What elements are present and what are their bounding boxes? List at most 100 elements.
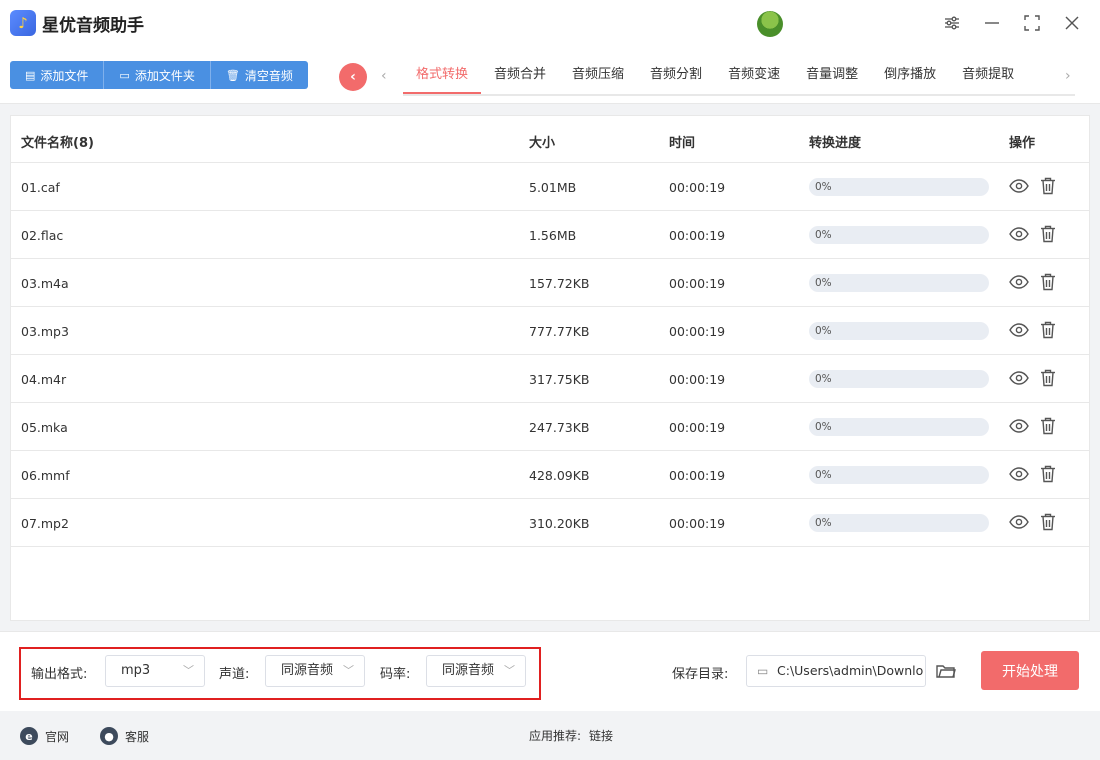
preview-eye-icon[interactable]: [1008, 225, 1030, 243]
chevron-left-icon[interactable]: ‹: [381, 68, 387, 84]
app-title: 星优音频助手: [42, 16, 144, 36]
delete-trash-icon[interactable]: [1038, 223, 1058, 245]
support-label: 客服: [125, 729, 150, 744]
preview-eye-icon[interactable]: [1008, 321, 1030, 339]
file-name: 07.mp2: [21, 516, 69, 531]
table-body: 01.caf 5.01MB 00:00:19 0% 02.flac 1.56MB 00:00…: [11, 163, 1089, 547]
preview-eye-icon[interactable]: [1008, 369, 1030, 387]
preview-eye-icon[interactable]: [1008, 513, 1030, 531]
table-header: 文件名称(8) 大小 时间 转换进度 操作: [11, 116, 1089, 163]
title-bar: ♪ 星优音频助手: [0, 0, 1100, 48]
close-icon[interactable]: [1061, 12, 1083, 34]
col-header-ops: 操作: [1009, 136, 1036, 151]
file-duration: 00:00:19: [669, 468, 726, 483]
chevron-down-icon: ﹀: [183, 664, 194, 677]
file-size: 310.20KB: [529, 516, 590, 531]
website-link[interactable]: e 官网: [20, 727, 69, 745]
delete-trash-icon[interactable]: [1038, 415, 1058, 437]
file-name: 01.caf: [21, 180, 60, 195]
add-folder-button[interactable]: ▭ 添加文件夹: [104, 61, 211, 89]
user-name: [790, 18, 930, 30]
progress-label: 0%: [815, 373, 832, 385]
file-duration: 00:00:19: [669, 516, 726, 531]
tab-2[interactable]: 音频压缩: [559, 56, 637, 94]
table-row: 07.mp2 310.20KB 00:00:19 0%: [11, 499, 1089, 547]
tab-0[interactable]: 格式转换: [403, 56, 482, 94]
preview-eye-icon[interactable]: [1008, 417, 1030, 435]
conversion-progress-bar: 0%: [809, 514, 989, 532]
conversion-progress-bar: 0%: [809, 322, 989, 340]
clear-audio-label: 清空音频: [244, 68, 293, 83]
tab-4[interactable]: 音频变速: [715, 56, 793, 94]
table-row: 06.mmf 428.09KB 00:00:19 0%: [11, 451, 1089, 499]
file-size: 5.01MB: [529, 180, 577, 195]
collapse-sidebar-button[interactable]: ‹: [339, 63, 367, 91]
preview-eye-icon[interactable]: [1008, 177, 1030, 195]
progress-label: 0%: [815, 517, 832, 529]
table-row: 01.caf 5.01MB 00:00:19 0%: [11, 163, 1089, 211]
conversion-progress-bar: 0%: [809, 178, 989, 196]
clear-audio-button[interactable]: 🗑 清空音频: [210, 61, 308, 89]
delete-trash-icon[interactable]: [1038, 463, 1058, 485]
bitrate-value: 同源音频: [442, 663, 495, 678]
preview-eye-icon[interactable]: [1008, 465, 1030, 483]
minimize-icon[interactable]: [981, 12, 1003, 34]
file-name: 04.m4r: [21, 372, 67, 387]
user-avatar[interactable]: [757, 11, 783, 37]
delete-trash-icon[interactable]: [1038, 511, 1058, 533]
chevron-right-icon[interactable]: ›: [1065, 68, 1071, 84]
delete-trash-icon[interactable]: [1038, 367, 1058, 389]
progress-label: 0%: [815, 277, 832, 289]
bitrate-select[interactable]: 同源音频 ﹀: [426, 655, 526, 687]
col-header-time: 时间: [669, 136, 696, 151]
file-duration: 00:00:19: [669, 276, 726, 291]
file-name: 06.mmf: [21, 468, 70, 483]
add-folder-label: 添加文件夹: [134, 68, 195, 83]
table-row: 05.mka 247.73KB 00:00:19 0%: [11, 403, 1089, 451]
toolbar: ▤ 添加文件 ▭ 添加文件夹 🗑 清空音频 ‹ ‹ 格式转换 音频合并 音频压缩 音频…: [0, 48, 1100, 104]
trash-icon: 🗑: [225, 68, 240, 82]
tab-1[interactable]: 音频合并: [481, 56, 559, 94]
maximize-icon[interactable]: [1021, 12, 1043, 34]
progress-label: 0%: [815, 181, 832, 193]
table-row: 03.mp3 777.77KB 00:00:19 0%: [11, 307, 1089, 355]
preview-eye-icon[interactable]: [1008, 273, 1030, 291]
tab-6[interactable]: 倒序播放: [871, 56, 949, 94]
folder-icon: ▭: [757, 664, 769, 678]
tab-3[interactable]: 音频分割: [637, 56, 715, 94]
start-processing-button[interactable]: 开始处理: [981, 651, 1079, 690]
output-format-select[interactable]: mp3 ﹀: [105, 655, 205, 687]
file-name: 03.m4a: [21, 276, 69, 291]
tab-5[interactable]: 音量调整: [793, 56, 871, 94]
col-header-name: 文件名称(8): [21, 136, 94, 151]
channel-value: 同源音频: [281, 663, 334, 678]
open-folder-icon[interactable]: [935, 660, 957, 682]
browser-icon: e: [20, 727, 38, 745]
file-duration: 00:00:19: [669, 228, 726, 243]
delete-trash-icon[interactable]: [1038, 175, 1058, 197]
progress-label: 0%: [815, 229, 832, 241]
add-file-button[interactable]: ▤ 添加文件: [10, 61, 105, 89]
feature-tabs: 格式转换 音频合并 音频压缩 音频分割 音频变速 音量调整 倒序播放 音频提取: [403, 56, 1075, 96]
delete-trash-icon[interactable]: [1038, 271, 1058, 293]
file-size: 428.09KB: [529, 468, 590, 483]
footer: e 官网 ● 客服 应用推荐: 链接: [0, 711, 1100, 760]
file-duration: 00:00:19: [669, 420, 726, 435]
file-duration: 00:00:19: [669, 324, 726, 339]
file-size: 777.77KB: [529, 324, 590, 339]
delete-trash-icon[interactable]: [1038, 319, 1058, 341]
file-name: 03.mp3: [21, 324, 69, 339]
chevron-down-icon: ﹀: [504, 664, 515, 677]
app-logo-icon: ♪: [10, 10, 36, 36]
file-duration: 00:00:19: [669, 180, 726, 195]
recommend-link[interactable]: 链接: [589, 727, 613, 744]
save-dir-input[interactable]: ▭ C:\Users\admin\Downlo: [746, 655, 926, 687]
settings-icon[interactable]: [941, 12, 963, 34]
support-link[interactable]: ● 客服: [100, 727, 149, 745]
channel-select[interactable]: 同源音频 ﹀: [265, 655, 365, 687]
conversion-progress-bar: 0%: [809, 370, 989, 388]
file-duration: 00:00:19: [669, 372, 726, 387]
channel-label: 声道:: [219, 667, 250, 682]
tab-7[interactable]: 音频提取: [949, 56, 1027, 94]
save-dir-value: C:\Users\admin\Downlo: [777, 663, 924, 678]
